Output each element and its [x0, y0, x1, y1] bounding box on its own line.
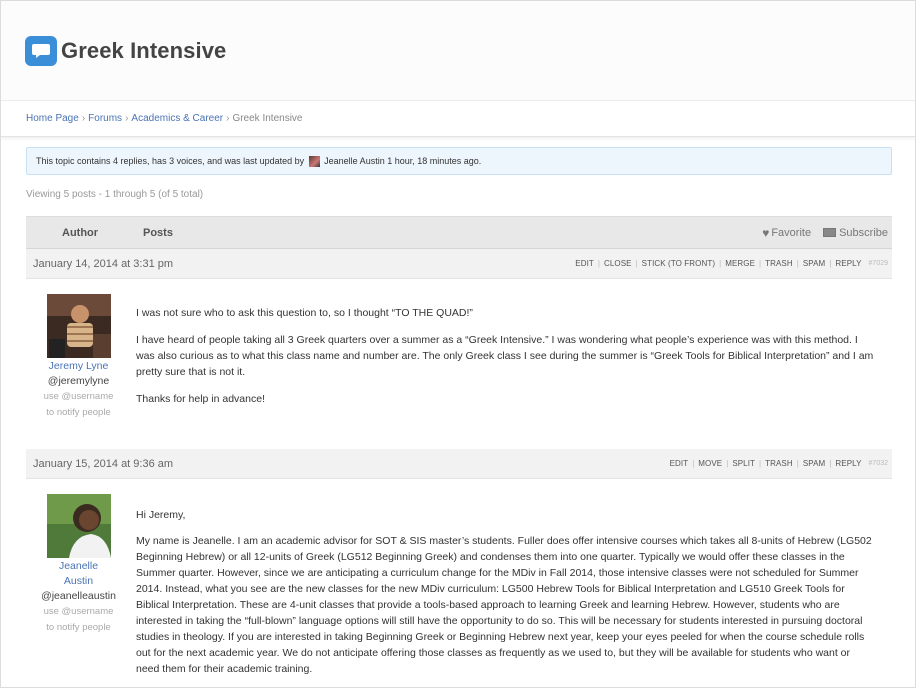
post: Jeanelle Austin @jeanelleaustin use @use…: [26, 479, 892, 687]
viewing-count: Viewing 5 posts - 1 through 5 (of 5 tota…: [26, 189, 204, 200]
column-author: Author: [62, 226, 99, 239]
avatar[interactable]: [46, 294, 111, 358]
post-author: Jeanelle Austin @jeanelleaustin use @use…: [26, 494, 131, 636]
topic-actions: ♥ Favorite Subscribe: [762, 226, 888, 240]
post-date: January 15, 2014 at 9:36 am: [33, 457, 174, 470]
post-paragraph: I was not sure who to ask this question …: [136, 307, 473, 319]
post-paragraph: My name is Jeanelle. I am an academic ad…: [136, 535, 872, 675]
site-header: Greek Intensive: [1, 1, 915, 101]
edit-link[interactable]: EDIT: [670, 459, 689, 468]
speech-bubble-icon: [25, 35, 57, 66]
post-paragraph: I have heard of people taking all 3 Gree…: [136, 334, 874, 378]
breadcrumb-forums[interactable]: Forums: [88, 113, 122, 124]
page-title: Greek Intensive: [61, 37, 227, 63]
post-header: January 14, 2014 at 3:31 pm EDIT | CLOSE |…: [26, 249, 892, 279]
heart-icon: ♥: [762, 225, 770, 240]
subscribe-label: Subscribe: [839, 226, 888, 239]
stick-link[interactable]: STICK (TO FRONT): [642, 259, 715, 268]
post-content: I was not sure who to ask this question …: [136, 305, 876, 417]
avatar[interactable]: [46, 494, 111, 558]
post-paragraph: Hi Jeremy,: [136, 509, 186, 521]
envelope-icon: [823, 228, 837, 237]
posts-table-header: Author Posts ♥ Favorite Subscribe: [26, 216, 892, 249]
mention-hint: use @username: [43, 606, 114, 617]
author-handle: @jeanelleaustin: [41, 590, 116, 602]
trash-link[interactable]: TRASH: [765, 459, 793, 468]
edit-link[interactable]: EDIT: [575, 259, 594, 268]
main-content: This topic contains 4 replies, has 3 voi…: [26, 147, 892, 687]
author-handle: @jeremylyne: [47, 375, 110, 387]
post-permalink[interactable]: #7032: [869, 460, 888, 467]
spam-link[interactable]: SPAM: [803, 259, 825, 268]
post-paragraph: Thanks for help in advance!: [136, 393, 265, 405]
author-name[interactable]: Jeanelle: [26, 559, 131, 574]
move-link[interactable]: MOVE: [698, 459, 722, 468]
close-link[interactable]: CLOSE: [604, 259, 632, 268]
page: Greek Intensive Home Page › Forums › Aca…: [0, 0, 916, 688]
reply-link[interactable]: REPLY: [835, 459, 861, 468]
favorite-button[interactable]: ♥ Favorite: [762, 226, 811, 240]
post-author: Jeremy Lyne @jeremylyne use @username to…: [26, 294, 131, 421]
spam-link[interactable]: SPAM: [803, 459, 825, 468]
breadcrumb: Home Page › Forums › Academics & Career …: [1, 101, 915, 137]
breadcrumb-separator: ›: [125, 113, 129, 124]
breadcrumb-academics[interactable]: Academics & Career: [131, 113, 223, 124]
notice-user[interactable]: Jeanelle Austin: [324, 156, 385, 166]
author-name[interactable]: Austin: [26, 574, 131, 589]
post-admin-links: EDIT | CLOSE | STICK (TO FRONT) | MERGE | TR…: [575, 259, 888, 268]
notice-time[interactable]: 1 hour, 18 minutes ago.: [387, 156, 481, 166]
favorite-label: Favorite: [771, 226, 812, 239]
post-date: January 14, 2014 at 3:31 pm: [33, 257, 174, 270]
breadcrumb-separator: ›: [81, 113, 86, 124]
mention-hint: to notify people: [46, 407, 111, 418]
post-header: January 15, 2014 at 9:36 am EDIT | MOVE | …: [26, 449, 892, 479]
post-content: Hi Jeremy, My name is Jeanelle. I am an …: [136, 507, 876, 687]
topic-notice: This topic contains 4 replies, has 3 voi…: [26, 147, 892, 175]
merge-link[interactable]: MERGE: [725, 259, 755, 268]
post: Jeremy Lyne @jeremylyne use @username to…: [26, 279, 892, 449]
subscribe-button[interactable]: Subscribe: [811, 227, 888, 239]
post-admin-links: EDIT | MOVE | SPLIT | TRASH | SPAM | REPLY #7…: [669, 459, 888, 468]
breadcrumb-home[interactable]: Home Page: [26, 113, 79, 124]
author-name[interactable]: Jeremy Lyne: [26, 359, 131, 374]
mention-hint: to notify people: [46, 622, 111, 633]
split-link[interactable]: SPLIT: [732, 459, 755, 468]
post-permalink[interactable]: #7029: [869, 260, 888, 267]
breadcrumb-separator: ›: [226, 113, 230, 124]
reply-link[interactable]: REPLY: [835, 259, 861, 268]
mention-hint: use @username: [43, 391, 114, 402]
trash-link[interactable]: TRASH: [765, 259, 793, 268]
column-posts: Posts: [143, 226, 173, 239]
breadcrumb-current: Greek Intensive: [232, 113, 303, 124]
avatar: [309, 155, 321, 167]
notice-text: This topic contains 4 replies, has 3 voi…: [36, 156, 305, 166]
